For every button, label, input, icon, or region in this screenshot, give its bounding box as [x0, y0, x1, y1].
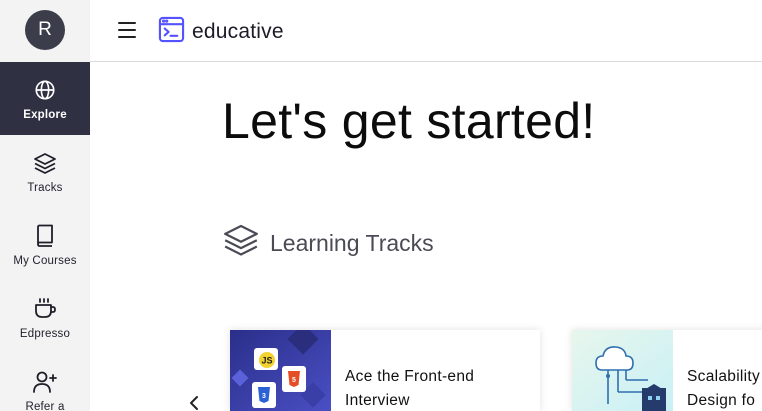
track-card-title-line: Ace the Front-end	[345, 368, 475, 385]
track-card-title: Scalability Design fo	[687, 365, 760, 411]
layers-icon	[32, 150, 58, 176]
hamburger-icon[interactable]	[118, 22, 136, 38]
sidebar-item-my-courses[interactable]: My Courses	[0, 208, 90, 281]
sidebar-item-label: Refer a	[25, 400, 65, 411]
avatar[interactable]: R	[25, 10, 65, 50]
section-title: Learning Tracks	[270, 230, 434, 256]
chevron-left-icon[interactable]	[186, 395, 202, 411]
track-card[interactable]: Scalability Design fo	[572, 330, 762, 411]
page-title: Let's get started!	[222, 93, 596, 149]
logo-text: educative	[192, 20, 284, 43]
terminal-window-icon	[158, 16, 185, 48]
svg-text:3: 3	[262, 393, 266, 400]
track-thumbnail	[572, 330, 673, 411]
track-card[interactable]: JS 5 3 Ace the Front-end Interview	[230, 330, 540, 411]
avatar-letter: R	[38, 19, 52, 40]
svg-text:5: 5	[292, 377, 296, 384]
add-user-icon	[32, 369, 58, 395]
svg-text:JS: JS	[261, 356, 272, 366]
sidebar-item-refer[interactable]: Refer a	[0, 354, 90, 411]
coffee-icon	[32, 296, 58, 322]
sidebar-item-label: Tracks	[27, 181, 63, 194]
sidebar-item-explore[interactable]: Explore	[0, 62, 90, 135]
track-card-title-line: Scalability	[687, 368, 761, 385]
globe-icon	[32, 77, 58, 103]
sidebar-item-label: Explore	[23, 108, 67, 121]
sidebar-item-label: Edpresso	[19, 327, 71, 340]
sidebar: R Explore Tracks My Courses Edpresso Ref…	[0, 0, 90, 411]
logo[interactable]: educative	[158, 16, 284, 48]
track-card-title: Ace the Front-end Interview	[345, 365, 474, 411]
sidebar-item-label: My Courses	[13, 254, 77, 267]
track-card-title-line: Design fo	[687, 392, 756, 409]
section-heading: Learning Tracks	[222, 222, 434, 265]
track-thumbnail: JS 5 3	[230, 330, 331, 411]
book-icon	[32, 223, 58, 249]
sidebar-item-tracks[interactable]: Tracks	[0, 135, 90, 208]
track-card-title-line: Interview	[345, 392, 410, 409]
top-header: educative	[90, 0, 762, 62]
sidebar-item-edpresso[interactable]: Edpresso	[0, 281, 90, 354]
layers-icon	[222, 222, 260, 265]
